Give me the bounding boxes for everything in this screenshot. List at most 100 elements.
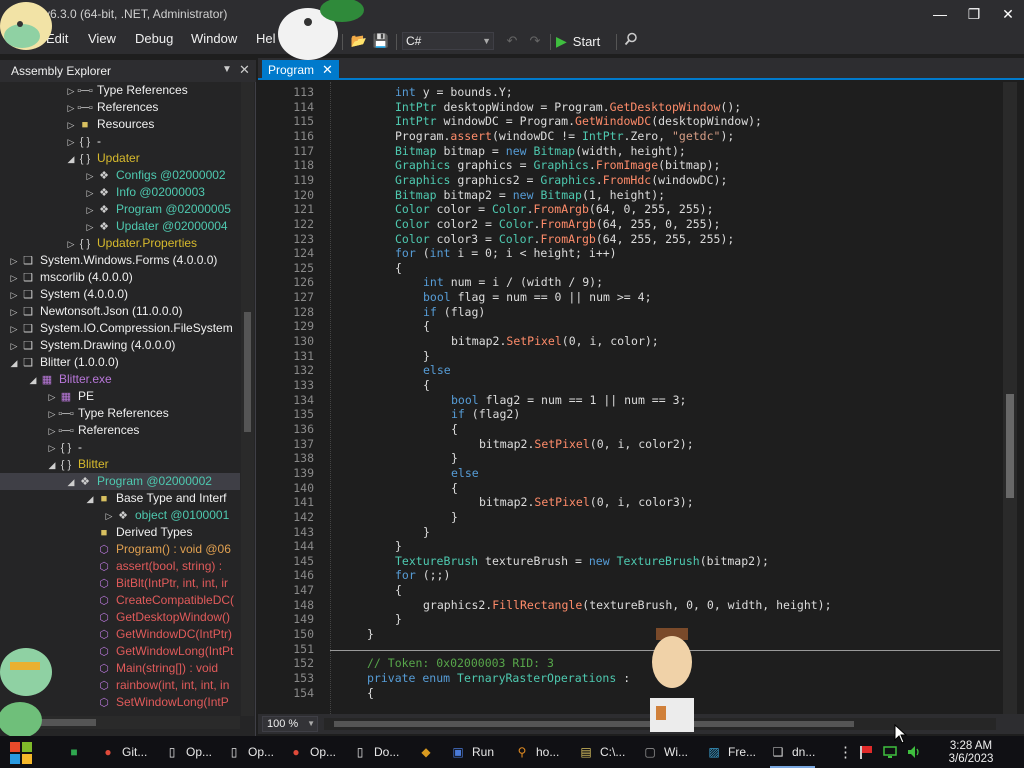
code-line[interactable]: 153 private enum TernaryRasterOperations … <box>258 670 998 686</box>
code-line[interactable]: 140 { <box>258 480 998 496</box>
code-line[interactable]: 126 int num = i / (width / 9); <box>258 274 998 290</box>
zoom-select[interactable]: 100 % ▼ <box>262 716 318 732</box>
code-line[interactable]: 121 Color color = Color.FromArgb(64, 0, 2… <box>258 201 998 217</box>
expand-arrow-icon[interactable]: ▷ <box>65 100 77 116</box>
tree-item[interactable]: ▷ ❑ System.Drawing (4.0.0.0) <box>0 337 240 354</box>
code-line[interactable]: 133 { <box>258 377 998 393</box>
scrollbar-thumb[interactable] <box>334 721 854 727</box>
expand-arrow-icon[interactable]: ▷ <box>8 338 20 354</box>
taskbar-item[interactable]: ▯ Do... <box>352 736 400 768</box>
expand-arrow-icon[interactable]: ▷ <box>8 253 20 269</box>
code-line[interactable]: 118 Graphics graphics = Graphics.FromImag… <box>258 157 998 173</box>
taskbar-item[interactable]: ● Git... <box>100 736 147 768</box>
tree-item[interactable]: ▷ ❖ Program @02000005 <box>0 201 240 218</box>
tree-item[interactable]: ▷ ❑ System (4.0.0.0) <box>0 286 240 303</box>
expand-arrow-icon[interactable]: ▷ <box>84 202 96 218</box>
taskbar-item[interactable]: ▢ Wi... <box>642 736 688 768</box>
code-line[interactable]: 135 if (flag2) <box>258 406 998 422</box>
tree-item[interactable]: ◢ ❑ Blitter (1.0.0.0) <box>0 354 240 371</box>
code-editor[interactable]: 113 int y = bounds.Y; 114 IntPtr desktopWin… <box>258 82 1024 714</box>
collapse-arrow-icon[interactable]: ◢ <box>84 491 96 507</box>
taskbar-item[interactable]: ❑ dn... <box>770 736 816 768</box>
code-line[interactable]: 154 { <box>258 685 998 701</box>
menu-debug[interactable]: Debug <box>135 31 173 46</box>
flag-icon[interactable] <box>858 736 874 768</box>
tree-item[interactable]: ◢{ } Blitter <box>0 456 240 473</box>
tree-item[interactable]: ◢{ } Updater <box>0 150 240 167</box>
expand-arrow-icon[interactable]: ▷ <box>65 134 77 150</box>
scrollbar-thumb[interactable] <box>1006 394 1014 498</box>
tree-item[interactable]: ▷{ } - <box>0 133 240 150</box>
expand-arrow-icon[interactable]: ▷ <box>46 406 58 422</box>
taskbar-item[interactable]: ▨ Fre... <box>706 736 756 768</box>
expand-arrow-icon[interactable]: ▷ <box>8 321 20 337</box>
code-line[interactable]: 125 { <box>258 260 998 276</box>
tree-item[interactable]: ▷ ▦ PE <box>0 388 240 405</box>
redo-icon[interactable]: ↷ <box>526 32 544 50</box>
tree-item[interactable]: ⬡ CreateCompatibleDC( <box>0 592 240 609</box>
expand-arrow-icon[interactable]: ▷ <box>84 168 96 184</box>
windows-start-icon[interactable] <box>10 742 32 764</box>
code-line[interactable]: 129 { <box>258 318 998 334</box>
tree-item[interactable]: ◢ ▦ Blitter.exe <box>0 371 240 388</box>
code-line[interactable]: 132 else <box>258 362 998 378</box>
taskbar-item[interactable]: ◆ <box>418 736 440 768</box>
language-select[interactable]: C# ▼ <box>402 32 494 50</box>
start-button[interactable]: ▶ Start <box>556 31 600 51</box>
code-line[interactable]: 130 bitmap2.SetPixel(0, i, color); <box>258 333 998 349</box>
code-line[interactable]: 116 Program.assert(windowDC != IntPtr.Zer… <box>258 128 998 144</box>
code-line[interactable]: 145 TextureBrush textureBrush = new Textu… <box>258 553 998 569</box>
close-tab-icon[interactable]: ✕ <box>322 60 333 80</box>
volume-icon[interactable] <box>906 736 922 768</box>
system-clock[interactable]: 3:28 AM 3/6/2023 <box>946 740 996 766</box>
save-icon[interactable]: 💾 <box>372 32 390 50</box>
tree-item[interactable]: ◢ ❖ Program @02000002 <box>0 473 240 490</box>
code-line[interactable]: 144} <box>258 538 998 554</box>
expand-arrow-icon[interactable]: ▷ <box>103 508 115 524</box>
code-line[interactable]: 120 Bitmap bitmap2 = new Bitmap(1, height… <box>258 187 998 203</box>
taskbar-item[interactable]: ⚲ ho... <box>514 736 560 768</box>
close-window-button[interactable]: ✕ <box>994 4 1022 24</box>
collapse-arrow-icon[interactable]: ◢ <box>27 372 39 388</box>
expand-arrow-icon[interactable]: ▷ <box>46 440 58 456</box>
expand-arrow-icon[interactable]: ▷ <box>8 304 20 320</box>
tree-item[interactable]: ▷ ▫─▫ Type References <box>0 82 240 99</box>
tree-item[interactable]: ⬡ GetDesktopWindow() <box>0 609 240 626</box>
tree-vertical-scrollbar[interactable] <box>241 82 254 716</box>
code-line[interactable]: 136 { <box>258 421 998 437</box>
code-line[interactable]: 128 if (flag) <box>258 304 998 320</box>
tree-item[interactable]: ■ Derived Types <box>0 524 240 541</box>
code-line[interactable]: 142} <box>258 509 998 525</box>
expand-arrow-icon[interactable]: ▷ <box>46 389 58 405</box>
expand-arrow-icon[interactable]: ▷ <box>84 219 96 235</box>
taskbar-item[interactable]: ● Op... <box>288 736 336 768</box>
taskbar-item[interactable]: ▯ Op... <box>226 736 274 768</box>
tree-item[interactable]: ▷ ▫─▫ Type References <box>0 405 240 422</box>
collapse-arrow-icon[interactable]: ◢ <box>8 355 20 371</box>
collapse-arrow-icon[interactable]: ◢ <box>46 457 58 473</box>
code-line[interactable]: 151 <box>258 641 998 657</box>
code-line[interactable]: 148 graphics2.FillRectangle(textureBrush,… <box>258 597 998 613</box>
tree-item[interactable]: ▷{ } Updater.Properties <box>0 235 240 252</box>
search-icon[interactable] <box>622 32 640 50</box>
code-line[interactable]: 149} <box>258 611 998 627</box>
editor-vertical-scrollbar[interactable] <box>1003 82 1017 714</box>
code-line[interactable]: 139 else <box>258 465 998 481</box>
panel-close-icon[interactable]: ✕ <box>239 62 250 78</box>
taskbar-item[interactable]: ■ <box>66 736 88 768</box>
tree-item[interactable]: ▷ ❖ Configs @02000002 <box>0 167 240 184</box>
taskbar-item[interactable]: ▤ C:\... <box>578 736 625 768</box>
more-icon[interactable]: ⋮ <box>838 736 853 768</box>
expand-arrow-icon[interactable]: ▷ <box>84 185 96 201</box>
tree-item[interactable]: ▷ ❖ Updater @02000004 <box>0 218 240 235</box>
code-line[interactable]: 134 bool flag2 = num == 1 || num == 3; <box>258 392 998 408</box>
collapse-arrow-icon[interactable]: ◢ <box>65 151 77 167</box>
expand-arrow-icon[interactable]: ▷ <box>46 423 58 439</box>
code-line[interactable]: 152 // Token: 0x02000003 RID: 3 <box>258 655 998 671</box>
expand-arrow-icon[interactable]: ▷ <box>8 270 20 286</box>
code-line[interactable]: 131} <box>258 348 998 364</box>
tree-item[interactable]: ◢ ■ Base Type and Interf <box>0 490 240 507</box>
tree-item[interactable]: ▷ ■ Resources <box>0 116 240 133</box>
code-line[interactable]: 119 Graphics graphics2 = Graphics.FromHdc… <box>258 172 998 188</box>
tree-item[interactable]: ▷ ❑ Newtonsoft.Json (11.0.0.0) <box>0 303 240 320</box>
